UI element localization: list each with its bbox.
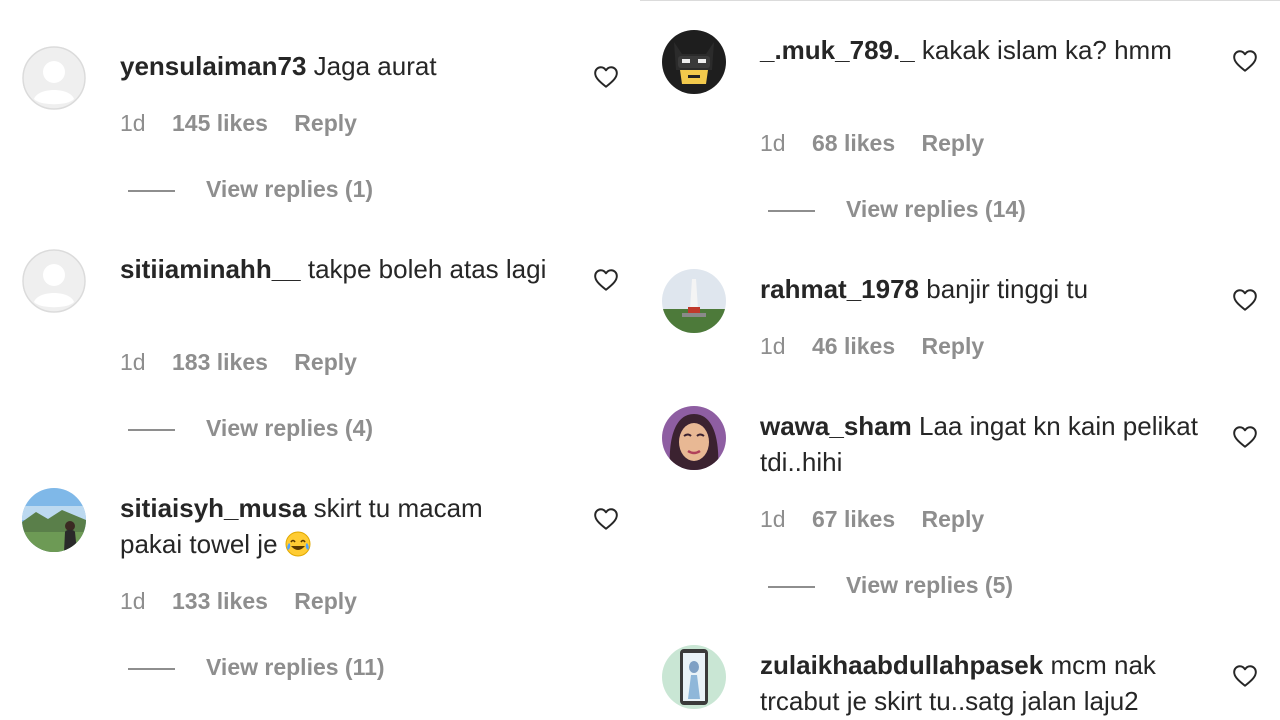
comment-username[interactable]: zulaikhaabdullahpasek — [760, 650, 1043, 680]
view-replies-label: View replies (11) — [206, 654, 385, 680]
face-with-tears-of-joy-emoji — [285, 530, 311, 557]
heart-outline-icon[interactable] — [1232, 48, 1258, 74]
comment-time: 1d — [120, 110, 146, 136]
replies-divider-line — [128, 189, 175, 192]
comment-text: _.muk_789._ kakak islam ka? hmm — [760, 32, 1180, 68]
replies-divider-line — [768, 585, 815, 588]
comment-username[interactable]: rahmat_1978 — [760, 274, 919, 304]
comment-meta: 1d 133 likes Reply — [120, 587, 377, 615]
comment-time: 1d — [760, 333, 786, 359]
view-replies-button[interactable]: View replies (5) — [768, 571, 1013, 599]
comment-username[interactable]: wawa_sham — [760, 411, 912, 441]
default-avatar-icon[interactable] — [22, 249, 86, 313]
view-replies-label: View replies (5) — [846, 572, 1014, 598]
comment-text: sitiiaminahh__ takpe boleh atas lagi — [120, 251, 560, 287]
heart-outline-icon[interactable] — [1232, 424, 1258, 450]
view-replies-label: View replies (14) — [846, 196, 1026, 222]
comments-panel-left: yensulaiman73 Jaga aurat 1d 145 likes Re… — [0, 0, 634, 720]
comment-meta: 1d 67 likes Reply — [760, 505, 1004, 533]
heart-outline-icon[interactable] — [593, 267, 619, 293]
comment-text: rahmat_1978 banjir tinggi tu — [760, 271, 1088, 307]
comment-likes[interactable]: 183 likes — [172, 349, 268, 375]
comment-username[interactable]: _.muk_789._ — [760, 35, 915, 65]
view-replies-button[interactable]: View replies (11) — [128, 653, 385, 681]
reply-button[interactable]: Reply — [922, 506, 985, 532]
comment-likes[interactable]: 46 likes — [812, 333, 895, 359]
user-avatar[interactable] — [662, 645, 726, 709]
comment-body: Jaga aurat — [313, 51, 437, 81]
default-avatar-icon[interactable] — [22, 46, 86, 110]
heart-outline-icon[interactable] — [1232, 663, 1258, 689]
comment-text: zulaikhaabdullahpasek mcm nak trcabut je… — [760, 647, 1200, 719]
comment-body: banjir tinggi tu — [926, 274, 1089, 304]
user-avatar[interactable] — [22, 488, 86, 552]
comments-panel-right: _.muk_789._ kakak islam ka? hmm 1d 68 li… — [640, 0, 1280, 720]
heart-outline-icon[interactable] — [593, 64, 619, 90]
replies-divider-line — [768, 209, 815, 212]
view-replies-button[interactable]: View replies (14) — [768, 195, 1026, 223]
comment-body: kakak islam ka? hmm — [921, 35, 1172, 65]
comment-time: 1d — [120, 588, 146, 614]
comment-meta: 1d 68 likes Reply — [760, 129, 1004, 157]
comment-time: 1d — [760, 506, 786, 532]
user-avatar[interactable] — [662, 406, 726, 470]
reply-button[interactable]: Reply — [922, 130, 985, 156]
comment-likes[interactable]: 133 likes — [172, 588, 268, 614]
comment-body: takpe boleh atas lagi — [307, 254, 547, 284]
view-replies-label: View replies (1) — [206, 176, 374, 202]
comment-username[interactable]: yensulaiman73 — [120, 51, 306, 81]
comment-meta: 1d 183 likes Reply — [120, 348, 377, 376]
reply-button[interactable]: Reply — [294, 349, 357, 375]
comment-text: sitiaisyh_musa skirt tu macam pakai towe… — [120, 490, 540, 562]
reply-button[interactable]: Reply — [922, 333, 985, 359]
heart-outline-icon[interactable] — [593, 506, 619, 532]
replies-divider-line — [128, 428, 175, 431]
comment-meta: 1d 46 likes Reply — [760, 332, 1004, 360]
user-avatar[interactable] — [662, 30, 726, 94]
comment-likes[interactable]: 68 likes — [812, 130, 895, 156]
comment-username[interactable]: sitiaisyh_musa — [120, 493, 306, 523]
comment-meta: 1d 145 likes Reply — [120, 109, 377, 137]
replies-divider-line — [128, 667, 175, 670]
comment-time: 1d — [120, 349, 146, 375]
reply-button[interactable]: Reply — [294, 110, 357, 136]
comment-time: 1d — [760, 130, 786, 156]
view-replies-button[interactable]: View replies (4) — [128, 414, 373, 442]
comment-username[interactable]: sitiiaminahh__ — [120, 254, 301, 284]
comment-likes[interactable]: 145 likes — [172, 110, 268, 136]
comment-text: yensulaiman73 Jaga aurat — [120, 48, 437, 84]
view-replies-label: View replies (4) — [206, 415, 374, 441]
view-replies-button[interactable]: View replies (1) — [128, 175, 373, 203]
reply-button[interactable]: Reply — [294, 588, 357, 614]
heart-outline-icon[interactable] — [1232, 287, 1258, 313]
comment-likes[interactable]: 67 likes — [812, 506, 895, 532]
comment-text: wawa_sham Laa ingat kn kain pelikat tdi.… — [760, 408, 1200, 480]
user-avatar[interactable] — [662, 269, 726, 333]
